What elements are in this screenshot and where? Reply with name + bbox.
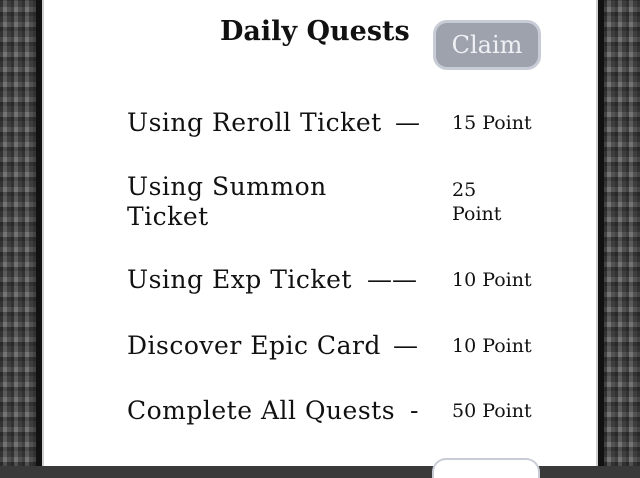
quest-points: 10 Point: [452, 269, 532, 291]
quest-dash: —: [395, 108, 420, 137]
quest-dash: -: [410, 396, 419, 425]
quest-points: 25 Point: [452, 179, 502, 225]
claim-button[interactable]: Claim: [433, 20, 541, 70]
quest-name: Complete All Quests: [127, 396, 396, 425]
panel-frame-right: [598, 0, 604, 466]
partial-button[interactable]: [432, 458, 540, 478]
quest-points: 10 Point: [452, 335, 532, 357]
quest-dash: —: [393, 331, 418, 360]
quest-points: 50 Point: [452, 400, 532, 422]
quest-points: 15 Point: [452, 112, 532, 134]
quest-name: Using Reroll Ticket: [127, 108, 382, 137]
quest-name: Discover Epic Card: [127, 331, 381, 360]
quest-name: Using Summon Ticket: [127, 172, 327, 231]
daily-quests-panel: Daily Quests Claim Using Reroll Ticket —…: [42, 0, 598, 478]
panel-title: Daily Quests: [220, 16, 410, 47]
quest-dash: ——: [367, 265, 417, 294]
background-right: [604, 0, 640, 466]
quest-name: Using Exp Ticket: [127, 265, 352, 294]
background-left: [0, 0, 36, 466]
